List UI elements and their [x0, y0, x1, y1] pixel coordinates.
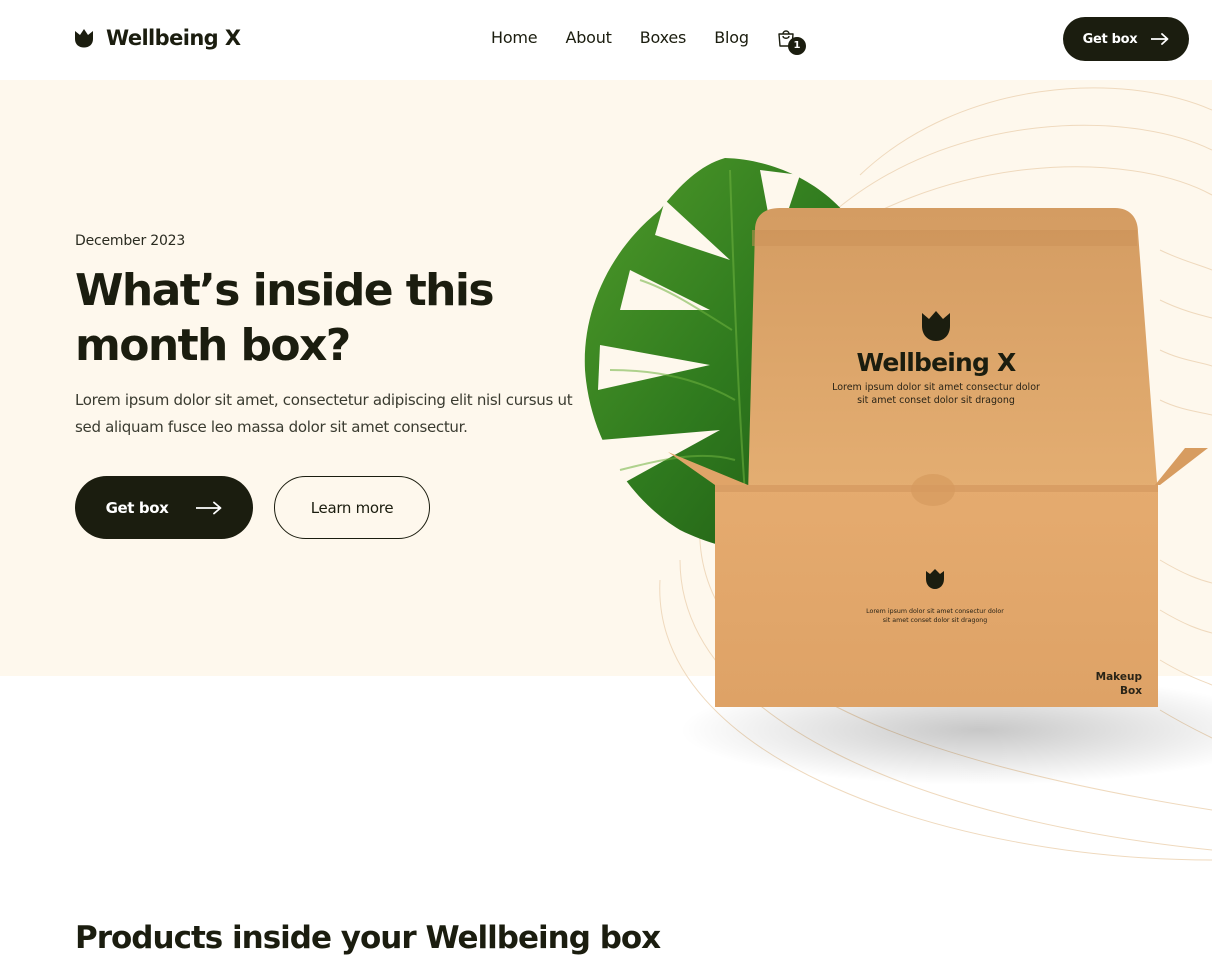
hero-buttons: Get box Learn more — [75, 476, 430, 539]
nav-home[interactable]: Home — [491, 28, 538, 47]
box-front — [715, 485, 1158, 707]
hero-get-box-button[interactable]: Get box — [75, 476, 253, 539]
hero-learn-more-button[interactable]: Learn more — [274, 476, 430, 539]
tulip-icon — [75, 29, 93, 48]
hero-product-image: Wellbeing X Lorem ipsum dolor sit amet c… — [584, 158, 1212, 785]
header-get-box-button[interactable]: Get box — [1063, 17, 1189, 61]
hero-eyebrow-date: December 2023 — [75, 233, 186, 249]
hero-get-box-label: Get box — [105, 498, 169, 517]
box-right-flap — [1155, 448, 1208, 485]
box-brand-name: Wellbeing X — [856, 348, 1016, 377]
main-navigation: Home About Boxes Blog — [491, 28, 777, 47]
box-corner-label-1: Makeup — [1096, 671, 1143, 683]
cart-count-badge: 1 — [788, 37, 806, 55]
box-lid-text-2: sit amet conset dolor sit dragong — [857, 395, 1015, 406]
hero-title: What’s inside this month box? — [75, 265, 495, 371]
arrow-right-icon — [1151, 33, 1169, 45]
box-front-text-2: sit amet conset dolor sit dragong — [883, 617, 988, 624]
nav-boxes[interactable]: Boxes — [640, 28, 687, 47]
site-header: Wellbeing X Home About Boxes Blog 1 Get … — [0, 0, 1212, 80]
box-front-text-1: Lorem ipsum dolor sit amet consectur dol… — [866, 608, 1004, 615]
hero-description: Lorem ipsum dolor sit amet, consectetur … — [75, 391, 573, 436]
nav-blog[interactable]: Blog — [714, 28, 749, 47]
box-lid-text-1: Lorem ipsum dolor sit amet consectur dol… — [832, 382, 1040, 393]
arrow-right-icon — [196, 501, 222, 515]
brand-name: Wellbeing X — [106, 26, 241, 50]
products-section-title: Products inside your Wellbeing box — [75, 920, 661, 956]
nav-about[interactable]: About — [565, 28, 612, 47]
header-get-box-label: Get box — [1082, 31, 1138, 47]
hero-text-block: December 2023 What’s inside this month b… — [75, 233, 595, 441]
cart-button[interactable]: 1 — [776, 28, 808, 56]
brand-logo[interactable]: Wellbeing X — [74, 26, 241, 50]
box-corner-label-2: Box — [1120, 685, 1142, 697]
